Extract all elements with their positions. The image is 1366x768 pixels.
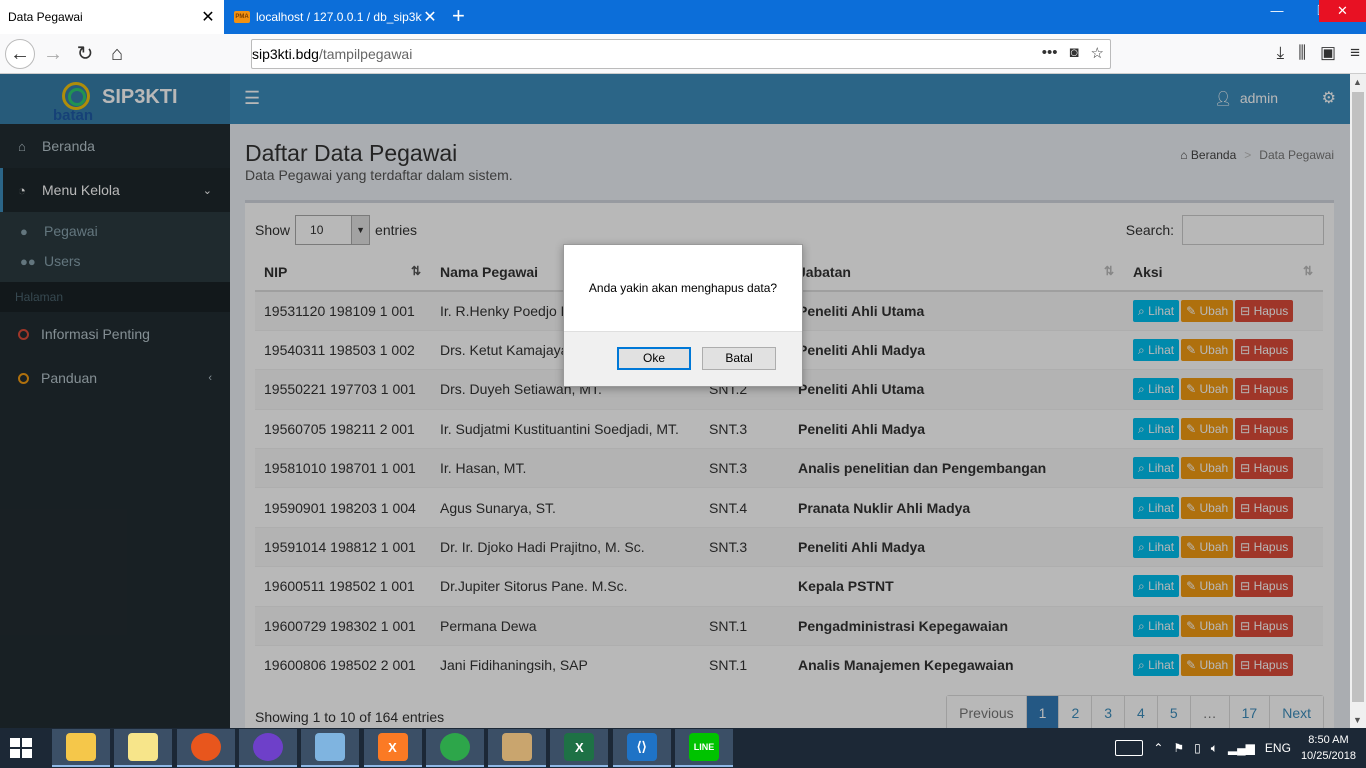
github-desktop-icon bbox=[252, 733, 283, 761]
file-explorer-icon bbox=[66, 733, 96, 761]
windows-start-icon[interactable] bbox=[10, 738, 32, 758]
tab-title: Data Pegawai bbox=[8, 10, 83, 24]
taskbar-app-paint[interactable] bbox=[488, 729, 547, 767]
browser-nav-bar: ← → ↻ ⌂ ⓘ sip3kti.bdg/tampilpegawai ••• … bbox=[0, 34, 1366, 564]
close-tab-icon[interactable]: ✕ bbox=[200, 7, 216, 27]
confirm-dialog: Anda yakin akan menghapus data? Oke Bata… bbox=[563, 244, 803, 387]
taskbar-app-file-explorer[interactable] bbox=[52, 729, 110, 767]
bookmark-star-icon[interactable]: ☆ bbox=[1091, 44, 1104, 62]
language-indicator[interactable]: ENG bbox=[1265, 741, 1291, 755]
taskbar-app-chrome[interactable] bbox=[425, 729, 484, 767]
taskbar-app-line[interactable]: LINE bbox=[675, 729, 733, 767]
vscode-icon: ⟨⟩ bbox=[626, 733, 657, 761]
clock-date: 10/25/2018 bbox=[1300, 750, 1356, 762]
taskbar-app-firefox[interactable] bbox=[176, 729, 235, 767]
minimize-icon[interactable]: — bbox=[1254, 0, 1300, 22]
paint-icon bbox=[502, 733, 533, 761]
sticky-notes-icon bbox=[128, 733, 159, 761]
windows-taskbar: X X ⟨⟩ LINE ⌃ ⚑ ▯ 🔈︎ ▂▄▆ ENG 8:50 AM 10/25/… bbox=[0, 728, 1366, 768]
url-path: /tampilpegawai bbox=[318, 46, 413, 62]
flag-icon[interactable]: ⚑ bbox=[1173, 741, 1184, 755]
forward-arrow-icon[interactable]: → bbox=[38, 39, 68, 69]
chrome-icon bbox=[439, 733, 470, 761]
taskbar-app-vscode[interactable]: ⟨⟩ bbox=[612, 729, 671, 767]
page-actions-icon[interactable]: ••• bbox=[1042, 44, 1058, 62]
taskbar-app-notepad[interactable] bbox=[301, 729, 360, 767]
window-close-icon[interactable]: ✕ bbox=[1319, 0, 1366, 22]
tab-data-pegawai[interactable]: Data Pegawai ✕ bbox=[0, 0, 224, 34]
chevron-up-icon[interactable]: ⌃ bbox=[1153, 741, 1163, 755]
scroll-down-icon[interactable]: ▼ bbox=[1353, 715, 1362, 725]
home-icon[interactable]: ⌂ bbox=[102, 39, 132, 69]
tab-phpmyadmin[interactable]: PMA localhost / 127.0.0.1 / db_sip3kti ✕ bbox=[226, 0, 446, 34]
taskbar-app-excel[interactable]: X bbox=[550, 729, 609, 767]
notepad-icon bbox=[315, 733, 346, 761]
ok-button[interactable]: Oke bbox=[617, 347, 691, 370]
page-scrollbar[interactable]: ▲ ▼ bbox=[1350, 74, 1366, 728]
web-page: batan SIP3KTI ☰ 👤︎ admin ⚙ ⌂ Beranda ◔ Me… bbox=[0, 74, 1350, 728]
downloads-icon[interactable]: ⤓ bbox=[1277, 43, 1285, 63]
back-arrow-icon[interactable]: ← bbox=[5, 39, 35, 69]
sidebar-toggle-icon[interactable]: ▣ bbox=[1320, 43, 1336, 63]
taskbar-app-xampp[interactable]: X bbox=[363, 729, 422, 767]
line-icon: LINE bbox=[689, 733, 719, 761]
menu-icon[interactable]: ≡ bbox=[1350, 43, 1360, 63]
reload-icon[interactable]: ↻ bbox=[70, 39, 100, 69]
taskbar-app-sticky-notes[interactable] bbox=[114, 729, 173, 767]
url-bar[interactable]: ⓘ sip3kti.bdg/tampilpegawai ••• ◙ ☆ bbox=[251, 39, 1111, 564]
cancel-button[interactable]: Batal bbox=[702, 347, 776, 370]
dialog-footer: Oke Batal bbox=[564, 331, 802, 386]
network-icon[interactable]: ▂▄▆ bbox=[1228, 741, 1255, 755]
excel-icon: X bbox=[564, 733, 595, 761]
taskbar-app-github-desktop[interactable] bbox=[238, 729, 297, 767]
new-tab-icon[interactable]: + bbox=[452, 4, 465, 28]
clock[interactable]: 8:50 AM 10/25/2018 bbox=[1301, 732, 1356, 764]
firefox-icon bbox=[190, 733, 221, 761]
browser-tab-bar: Data Pegawai ✕ PMA localhost / 127.0.0.1… bbox=[0, 0, 1366, 34]
close-tab-icon[interactable]: ✕ bbox=[422, 7, 438, 27]
battery-icon[interactable]: ▯ bbox=[1194, 741, 1201, 755]
tab-title: localhost / 127.0.0.1 / db_sip3kti bbox=[256, 10, 422, 24]
library-icon[interactable]: ⫼ bbox=[1298, 43, 1306, 63]
phpmyadmin-icon: PMA bbox=[234, 11, 250, 23]
keyboard-icon[interactable] bbox=[1115, 740, 1144, 756]
clock-time: 8:50 AM bbox=[1308, 734, 1349, 746]
scroll-up-icon[interactable]: ▲ bbox=[1353, 77, 1362, 87]
modal-overlay bbox=[0, 74, 1350, 728]
volume-icon[interactable]: 🔈︎ bbox=[1211, 741, 1218, 756]
xampp-icon: X bbox=[377, 733, 408, 761]
scrollbar-thumb[interactable] bbox=[1352, 92, 1364, 702]
pocket-icon[interactable]: ◙ bbox=[1069, 44, 1078, 62]
system-tray: ⌃ ⚑ ▯ 🔈︎ ▂▄▆ ENG 8:50 AM 10/25/2018 bbox=[1115, 728, 1356, 768]
url-host: sip3kti.bdg bbox=[252, 46, 319, 62]
dialog-message: Anda yakin akan menghapus data? bbox=[588, 281, 778, 295]
